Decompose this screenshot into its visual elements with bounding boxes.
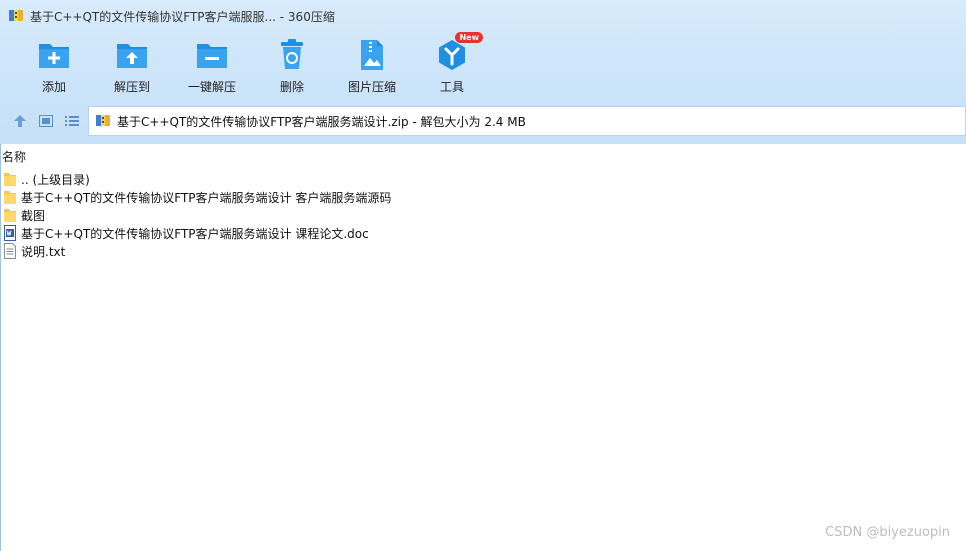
extract-to-label: 解压到 xyxy=(113,80,150,94)
folder-icon xyxy=(3,171,17,187)
column-header-name[interactable]: 名称 xyxy=(2,148,26,165)
one-click-extract-button[interactable]: 一键解压 xyxy=(174,38,250,96)
new-badge: New xyxy=(455,32,483,43)
list-item[interactable]: 基于C++QT的文件传输协议FTP客户端服务端设计 客户端服务端源码 xyxy=(3,188,391,206)
file-rows: .. (上级目录) 基于C++QT的文件传输协议FTP客户端服务端设计 客户端服… xyxy=(3,170,391,260)
zip-archive-icon xyxy=(95,112,111,131)
tools-icon: New xyxy=(435,32,483,72)
list-item[interactable]: 截图 xyxy=(3,206,391,224)
delete-label: 删除 xyxy=(279,80,304,94)
thumbnail-view-icon[interactable] xyxy=(38,113,54,129)
add-folder-icon xyxy=(37,38,71,72)
image-compress-button[interactable]: 图片压缩 xyxy=(334,38,410,96)
folder-icon xyxy=(3,189,17,205)
address-row: 基于C++QT的文件传输协议FTP客户端服务端设计.zip - 解包大小为 2.… xyxy=(0,106,966,136)
extract-to-icon xyxy=(115,38,149,72)
list-item[interactable]: 说明.txt xyxy=(3,242,391,260)
one-click-extract-icon xyxy=(195,38,229,72)
item-name: 说明.txt xyxy=(21,244,66,259)
item-name: 截图 xyxy=(21,208,46,223)
list-item[interactable]: 基于C++QT的文件传输协议FTP客户端服务端设计 课程论文.doc xyxy=(3,224,391,242)
one-click-extract-label: 一键解压 xyxy=(187,80,236,94)
folder-icon xyxy=(3,207,17,223)
window-title: 基于C++QT的文件传输协议FTP客户端服服... - 360压缩 xyxy=(30,9,335,24)
item-name: 基于C++QT的文件传输协议FTP客户端服务端设计 课程论文.doc xyxy=(21,226,369,241)
word-doc-icon xyxy=(3,225,17,241)
archive-path: 基于C++QT的文件传输协议FTP客户端服务端设计.zip - 解包大小为 2.… xyxy=(117,114,526,129)
image-compress-icon xyxy=(355,38,389,72)
title-bar: 基于C++QT的文件传输协议FTP客户端服服... - 360压缩 xyxy=(8,7,335,25)
file-list: 名称 .. (上级目录) 基于C++QT的文件传输协议FTP客户端服务端设计 客… xyxy=(0,144,966,551)
address-bar[interactable]: 基于C++QT的文件传输协议FTP客户端服务端设计.zip - 解包大小为 2.… xyxy=(88,106,966,136)
app-archive-icon xyxy=(8,7,24,26)
tools-label: 工具 xyxy=(439,80,464,94)
add-button[interactable]: 添加 xyxy=(16,38,92,96)
watermark: CSDN @biyezuopin xyxy=(825,525,950,540)
add-label: 添加 xyxy=(41,80,66,94)
recycle-bin-icon xyxy=(275,38,309,72)
delete-button[interactable]: 删除 xyxy=(254,38,330,96)
list-view-icon[interactable] xyxy=(64,113,80,129)
item-name: .. (上级目录) xyxy=(21,172,90,187)
image-compress-label: 图片压缩 xyxy=(347,80,396,94)
item-name: 基于C++QT的文件传输协议FTP客户端服务端设计 客户端服务端源码 xyxy=(21,190,392,205)
tools-button[interactable]: New 工具 xyxy=(414,32,490,96)
up-arrow-icon[interactable] xyxy=(12,113,28,129)
top-panel: 基于C++QT的文件传输协议FTP客户端服服... - 360压缩 添加 解压到… xyxy=(0,0,966,144)
list-item[interactable]: .. (上级目录) xyxy=(3,170,391,188)
extract-to-button[interactable]: 解压到 xyxy=(94,38,170,96)
text-file-icon xyxy=(3,243,17,259)
